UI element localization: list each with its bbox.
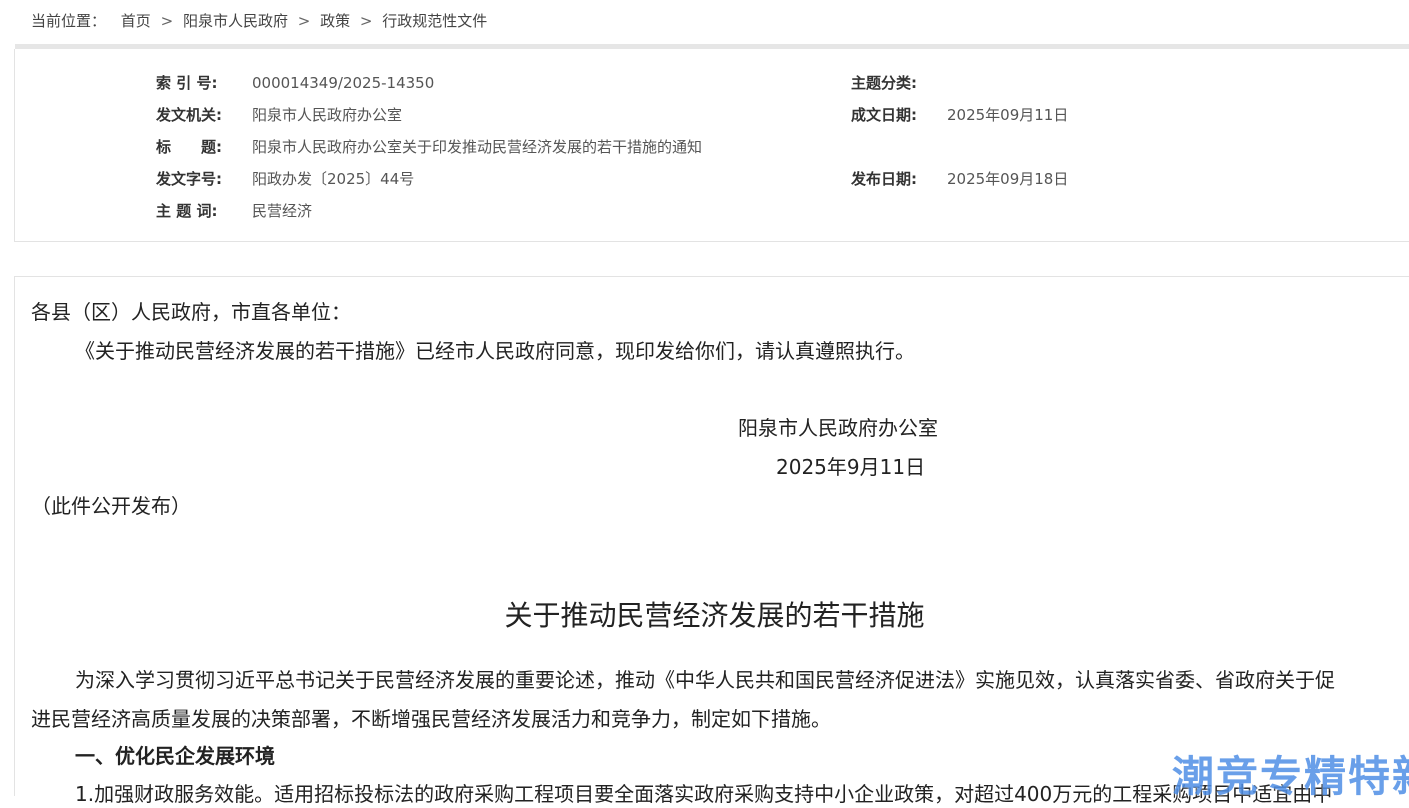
meta-issuer-value: 阳泉市人民政府办公室 [252,106,403,124]
watermark-logo-text: 潮竞专精特新 [1172,752,1409,801]
breadcrumb-link-home[interactable]: 首页 [121,12,151,30]
meta-publish-date-label: 发布日期: [851,170,917,188]
meta-doc-number-label: 发文字号: [156,170,222,188]
doc-signature-date: 2025年9月11日 [776,455,926,479]
meta-category-label: 主题分类: [851,74,917,92]
meta-title-value: 阳泉市人民政府办公室关于印发推动民营经济发展的若干措施的通知 [252,138,703,156]
meta-keyword-value: 民营经济 [252,202,313,220]
doc-item-1-partial: 1.加强财政服务效能。适用招标投标法的政府采购工程项目要全面落实政府采购支持中小… [75,782,1333,806]
breadcrumb-link-normative-docs[interactable]: 行政规范性文件 [382,12,487,30]
doc-salutation: 各县（区）人民政府，市直各单位： [31,300,351,324]
breadcrumb: 当前位置： 首页 > 阳泉市人民政府 > 政策 > 行政规范性文件 [31,10,487,31]
breadcrumb-link-policy[interactable]: 政策 [320,12,350,30]
doc-disclosure-note: （此件公开发布） [31,494,191,518]
doc-paragraph-1-line-2: 进民营经济高质量发展的决策部署，不断增强民营经济发展活力和竞争力，制定如下措施。 [31,707,831,731]
meta-keyword-label: 主 题 词: [156,202,218,220]
meta-issuer-label: 发文机关: [156,106,222,124]
breadcrumb-separator: > [160,12,174,30]
doc-main-title: 关于推动民营经济发展的若干措施 [504,599,925,632]
meta-index-value: 000014349/2025-14350 [252,74,435,92]
breadcrumb-label: 当前位置： [31,12,107,30]
meta-publish-date-value: 2025年09月18日 [947,170,1069,188]
breadcrumb-separator: > [359,12,373,30]
meta-title-label: 标 题: [156,138,222,156]
meta-doc-number-value: 阳政办发〔2025〕44号 [252,170,415,188]
meta-index-label: 索 引 号: [156,74,218,92]
breadcrumb-link-government[interactable]: 阳泉市人民政府 [183,12,288,30]
doc-section-1-heading: 一、优化民企发展环境 [75,744,275,768]
document-metadata-panel: 索 引 号: 000014349/2025-14350 主题分类: 发文机关: … [14,49,1409,242]
doc-intro-paragraph: 《关于推动民营经济发展的若干措施》已经市人民政府同意，现印发给你们，请认真遵照执… [75,339,915,363]
doc-paragraph-1-line-1: 为深入学习贯彻习近平总书记关于民营经济发展的重要论述，推动《中华人民共和国民营经… [75,668,1335,692]
meta-written-date-value: 2025年09月11日 [947,106,1069,124]
meta-written-date-label: 成文日期: [851,106,917,124]
breadcrumb-separator: > [297,12,311,30]
doc-signature-org: 阳泉市人民政府办公室 [738,416,938,440]
